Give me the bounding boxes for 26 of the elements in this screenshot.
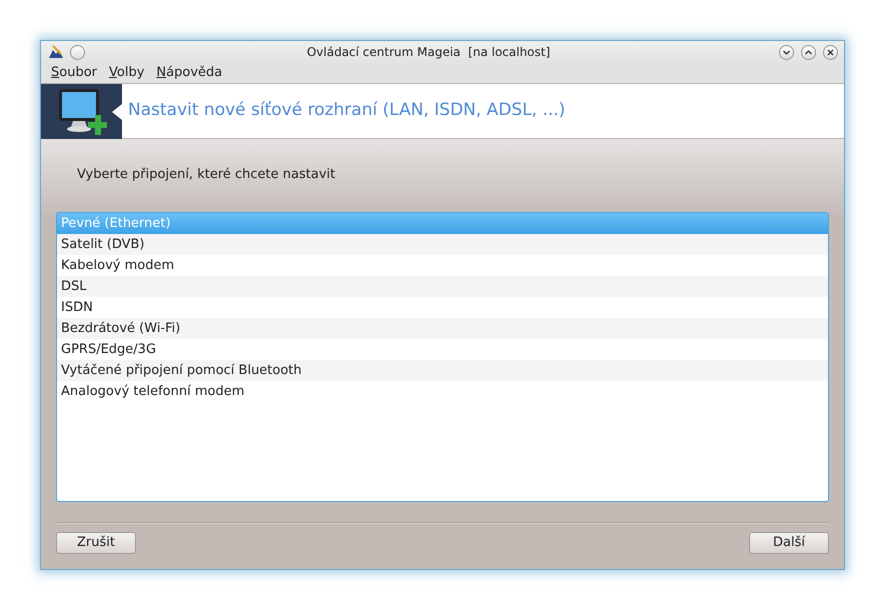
chevron-down-icon xyxy=(782,48,791,56)
monitor-add-icon xyxy=(56,87,106,135)
cancel-button[interactable]: Zrušit xyxy=(56,532,136,554)
window-title: Ovládací centrum Mageia [na localhost] xyxy=(306,44,552,61)
menu-item[interactable]: Volby xyxy=(109,63,144,83)
list-item[interactable]: Kabelový modem xyxy=(57,254,828,276)
list-item[interactable]: Vytáčené připojení pomocí Bluetooth xyxy=(57,360,828,380)
list-item[interactable]: Analogový telefonní modem xyxy=(57,380,828,402)
pin-button[interactable] xyxy=(70,44,85,60)
list-item[interactable]: Bezdrátové (Wi-Fi) xyxy=(57,318,828,338)
menu-item[interactable]: Nápověda xyxy=(156,63,222,83)
list-item[interactable]: Satelit (DVB) xyxy=(57,234,828,254)
close-icon xyxy=(826,48,835,56)
chevron-up-icon xyxy=(804,48,813,56)
list-item[interactable]: DSL xyxy=(57,276,828,296)
close-button[interactable] xyxy=(823,44,838,60)
list-item[interactable]: GPRS/Edge/3G xyxy=(57,338,828,360)
next-button[interactable]: Další xyxy=(749,532,829,554)
app-icon xyxy=(47,44,65,60)
prompt-text: Vyberte připojení, které chcete nastavit xyxy=(77,166,336,184)
minimize-button[interactable] xyxy=(779,44,794,60)
list-item[interactable]: ISDN xyxy=(57,296,828,318)
banner-title: Nastavit nové síťové rozhraní (LAN, ISDN, ADSL, ...) xyxy=(128,99,566,122)
menu-item[interactable]: Soubor xyxy=(51,63,98,83)
banner-pointer xyxy=(112,104,122,120)
maximize-button[interactable] xyxy=(801,44,816,60)
